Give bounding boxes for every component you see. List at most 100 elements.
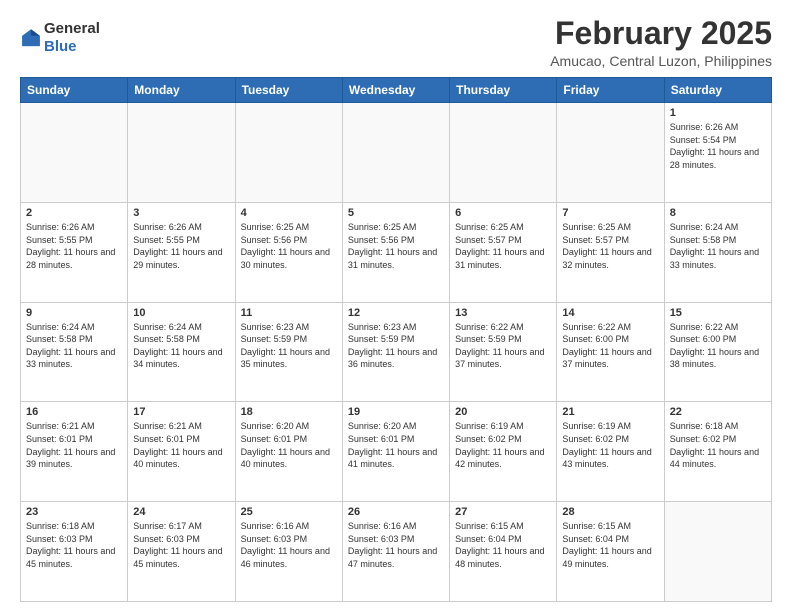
calendar-cell: 20 Sunrise: 6:19 AM Sunset: 6:02 PM Dayli… xyxy=(450,402,557,502)
day-number: 9 xyxy=(26,307,122,319)
weekday-header-sunday: Sunday xyxy=(21,78,128,103)
day-number: 4 xyxy=(241,207,337,219)
day-number: 27 xyxy=(455,506,551,518)
day-info: Sunrise: 6:25 AM Sunset: 5:56 PM Dayligh… xyxy=(241,221,337,271)
day-number: 24 xyxy=(133,506,229,518)
day-info: Sunrise: 6:22 AM Sunset: 6:00 PM Dayligh… xyxy=(562,321,658,371)
calendar-cell: 6 Sunrise: 6:25 AM Sunset: 5:57 PM Daylig… xyxy=(450,202,557,302)
calendar-cell xyxy=(342,103,449,203)
day-info: Sunrise: 6:19 AM Sunset: 6:02 PM Dayligh… xyxy=(455,420,551,470)
calendar-cell: 5 Sunrise: 6:25 AM Sunset: 5:56 PM Daylig… xyxy=(342,202,449,302)
day-number: 25 xyxy=(241,506,337,518)
day-info: Sunrise: 6:16 AM Sunset: 6:03 PM Dayligh… xyxy=(348,520,444,570)
day-number: 28 xyxy=(562,506,658,518)
day-info: Sunrise: 6:25 AM Sunset: 5:56 PM Dayligh… xyxy=(348,221,444,271)
calendar-cell: 19 Sunrise: 6:20 AM Sunset: 6:01 PM Dayli… xyxy=(342,402,449,502)
calendar-cell: 26 Sunrise: 6:16 AM Sunset: 6:03 PM Dayli… xyxy=(342,502,449,602)
day-number: 2 xyxy=(26,207,122,219)
calendar-cell: 15Sunrise: 6:22 AM Sunset: 6:00 PM Dayli… xyxy=(664,302,771,402)
calendar-cell: 24 Sunrise: 6:17 AM Sunset: 6:03 PM Dayli… xyxy=(128,502,235,602)
calendar-cell: 17 Sunrise: 6:21 AM Sunset: 6:01 PM Dayli… xyxy=(128,402,235,502)
day-number: 17 xyxy=(133,406,229,418)
page: General Blue February 2025 Amucao, Centr… xyxy=(0,0,792,612)
day-number: 12 xyxy=(348,307,444,319)
month-year: February 2025 xyxy=(550,16,772,51)
day-number: 21 xyxy=(562,406,658,418)
day-number: 26 xyxy=(348,506,444,518)
calendar-week-2: 2 Sunrise: 6:26 AM Sunset: 5:55 PM Daylig… xyxy=(21,202,772,302)
weekday-header-saturday: Saturday xyxy=(664,78,771,103)
calendar-table: SundayMondayTuesdayWednesdayThursdayFrid… xyxy=(20,77,772,602)
header: General Blue February 2025 Amucao, Centr… xyxy=(20,16,772,69)
calendar-cell: 27 Sunrise: 6:15 AM Sunset: 6:04 PM Dayli… xyxy=(450,502,557,602)
day-number: 5 xyxy=(348,207,444,219)
day-number: 1 xyxy=(670,107,766,119)
logo-icon xyxy=(20,27,42,49)
calendar-cell xyxy=(557,103,664,203)
calendar-cell: 1Sunrise: 6:26 AM Sunset: 5:54 PM Daylig… xyxy=(664,103,771,203)
day-info: Sunrise: 6:18 AM Sunset: 6:03 PM Dayligh… xyxy=(26,520,122,570)
day-number: 14 xyxy=(562,307,658,319)
calendar-cell: 8 Sunrise: 6:24 AM Sunset: 5:58 PM Daylig… xyxy=(664,202,771,302)
calendar-cell xyxy=(21,103,128,203)
calendar-body: 1Sunrise: 6:26 AM Sunset: 5:54 PM Daylig… xyxy=(21,103,772,602)
day-number: 20 xyxy=(455,406,551,418)
calendar-cell: 25 Sunrise: 6:16 AM Sunset: 6:03 PM Dayli… xyxy=(235,502,342,602)
day-info: Sunrise: 6:22 AM Sunset: 5:59 PM Dayligh… xyxy=(455,321,551,371)
day-info: Sunrise: 6:20 AM Sunset: 6:01 PM Dayligh… xyxy=(241,420,337,470)
calendar-cell: 14 Sunrise: 6:22 AM Sunset: 6:00 PM Dayli… xyxy=(557,302,664,402)
calendar-week-1: 1Sunrise: 6:26 AM Sunset: 5:54 PM Daylig… xyxy=(21,103,772,203)
title-block: February 2025 Amucao, Central Luzon, Phi… xyxy=(550,16,772,69)
weekday-row: SundayMondayTuesdayWednesdayThursdayFrid… xyxy=(21,78,772,103)
calendar-cell: 3Sunrise: 6:26 AM Sunset: 5:55 PM Daylig… xyxy=(128,202,235,302)
calendar-week-4: 16 Sunrise: 6:21 AM Sunset: 6:01 PM Dayli… xyxy=(21,402,772,502)
day-info: Sunrise: 6:25 AM Sunset: 5:57 PM Dayligh… xyxy=(455,221,551,271)
day-number: 10 xyxy=(133,307,229,319)
day-number: 16 xyxy=(26,406,122,418)
day-info: Sunrise: 6:26 AM Sunset: 5:55 PM Dayligh… xyxy=(26,221,122,271)
calendar-cell xyxy=(450,103,557,203)
calendar-cell: 2 Sunrise: 6:26 AM Sunset: 5:55 PM Daylig… xyxy=(21,202,128,302)
day-info: Sunrise: 6:21 AM Sunset: 6:01 PM Dayligh… xyxy=(26,420,122,470)
day-number: 19 xyxy=(348,406,444,418)
calendar-cell: 23 Sunrise: 6:18 AM Sunset: 6:03 PM Dayli… xyxy=(21,502,128,602)
day-info: Sunrise: 6:24 AM Sunset: 5:58 PM Dayligh… xyxy=(26,321,122,371)
day-number: 7 xyxy=(562,207,658,219)
day-info: Sunrise: 6:24 AM Sunset: 5:58 PM Dayligh… xyxy=(670,221,766,271)
logo: General Blue xyxy=(20,20,100,56)
day-info: Sunrise: 6:16 AM Sunset: 6:03 PM Dayligh… xyxy=(241,520,337,570)
day-info: Sunrise: 6:15 AM Sunset: 6:04 PM Dayligh… xyxy=(455,520,551,570)
weekday-header-monday: Monday xyxy=(128,78,235,103)
calendar-cell: 18Sunrise: 6:20 AM Sunset: 6:01 PM Dayli… xyxy=(235,402,342,502)
day-info: Sunrise: 6:18 AM Sunset: 6:02 PM Dayligh… xyxy=(670,420,766,470)
day-info: Sunrise: 6:15 AM Sunset: 6:04 PM Dayligh… xyxy=(562,520,658,570)
calendar-header: SundayMondayTuesdayWednesdayThursdayFrid… xyxy=(21,78,772,103)
day-info: Sunrise: 6:23 AM Sunset: 5:59 PM Dayligh… xyxy=(348,321,444,371)
day-number: 6 xyxy=(455,207,551,219)
day-info: Sunrise: 6:19 AM Sunset: 6:02 PM Dayligh… xyxy=(562,420,658,470)
day-number: 8 xyxy=(670,207,766,219)
calendar-cell: 12 Sunrise: 6:23 AM Sunset: 5:59 PM Dayli… xyxy=(342,302,449,402)
day-number: 23 xyxy=(26,506,122,518)
day-info: Sunrise: 6:25 AM Sunset: 5:57 PM Dayligh… xyxy=(562,221,658,271)
day-number: 13 xyxy=(455,307,551,319)
day-info: Sunrise: 6:20 AM Sunset: 6:01 PM Dayligh… xyxy=(348,420,444,470)
day-info: Sunrise: 6:24 AM Sunset: 5:58 PM Dayligh… xyxy=(133,321,229,371)
calendar-cell xyxy=(128,103,235,203)
day-info: Sunrise: 6:22 AM Sunset: 6:00 PM Dayligh… xyxy=(670,321,766,371)
calendar-cell: 22 Sunrise: 6:18 AM Sunset: 6:02 PM Dayli… xyxy=(664,402,771,502)
calendar-cell: 10 Sunrise: 6:24 AM Sunset: 5:58 PM Dayli… xyxy=(128,302,235,402)
calendar-week-5: 23 Sunrise: 6:18 AM Sunset: 6:03 PM Dayli… xyxy=(21,502,772,602)
day-info: Sunrise: 6:21 AM Sunset: 6:01 PM Dayligh… xyxy=(133,420,229,470)
day-number: 22 xyxy=(670,406,766,418)
weekday-header-friday: Friday xyxy=(557,78,664,103)
day-number: 11 xyxy=(241,307,337,319)
calendar-cell: 21 Sunrise: 6:19 AM Sunset: 6:02 PM Dayli… xyxy=(557,402,664,502)
calendar-cell: 28 Sunrise: 6:15 AM Sunset: 6:04 PM Dayli… xyxy=(557,502,664,602)
calendar-cell: 16 Sunrise: 6:21 AM Sunset: 6:01 PM Dayli… xyxy=(21,402,128,502)
weekday-header-tuesday: Tuesday xyxy=(235,78,342,103)
weekday-header-wednesday: Wednesday xyxy=(342,78,449,103)
day-info: Sunrise: 6:17 AM Sunset: 6:03 PM Dayligh… xyxy=(133,520,229,570)
weekday-header-thursday: Thursday xyxy=(450,78,557,103)
calendar-week-3: 9 Sunrise: 6:24 AM Sunset: 5:58 PM Daylig… xyxy=(21,302,772,402)
